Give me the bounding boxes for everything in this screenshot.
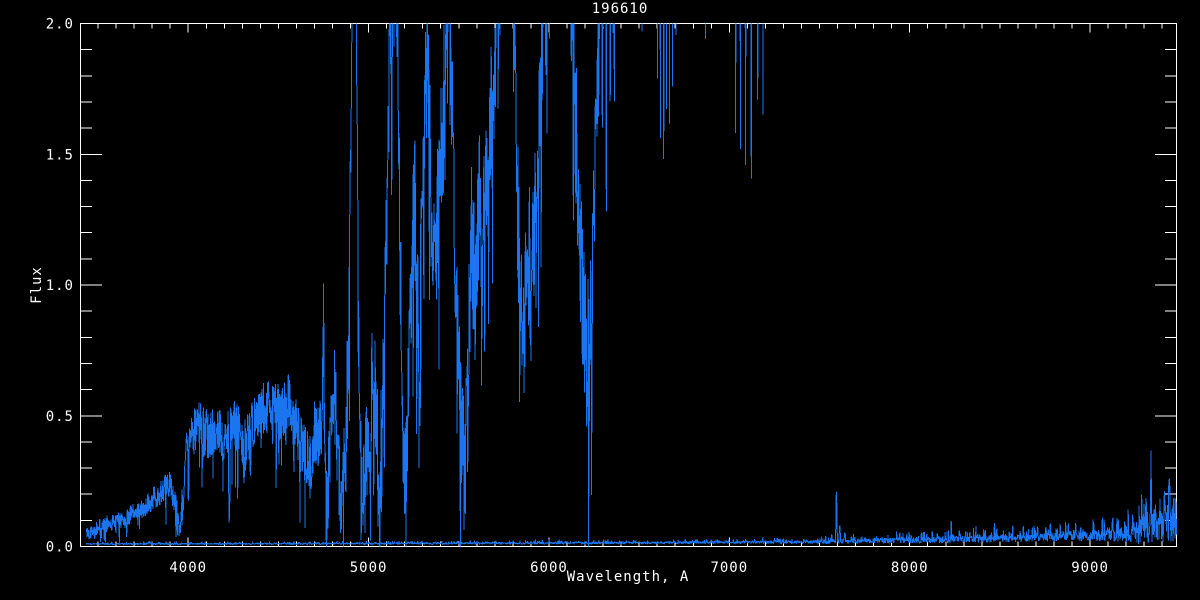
y-tick-label: 1.0 — [46, 278, 74, 294]
spectrum-plot: 4000 5000 6000 7000 8000 9000 0.0 0.5 1.0 1.5 2.0 — [0, 0, 1200, 600]
plot-title: 196610 — [592, 1, 649, 17]
x-tick-label: 8000 — [891, 560, 929, 576]
y-tick-label: 2.0 — [46, 17, 74, 33]
y-tick-label: 0.5 — [46, 409, 74, 425]
spectrum-line — [86, 0, 1177, 568]
x-tick-label: 6000 — [530, 560, 568, 576]
screenshot-root: { "chart_data": { "type": "line", "title… — [0, 0, 1200, 600]
y-tick-label: 0.0 — [46, 540, 74, 556]
y-tick-label: 1.5 — [46, 147, 74, 163]
spectrum-data-layer — [86, 0, 1177, 568]
x-axis-label: Wavelength, A — [567, 569, 690, 585]
x-tick-label: 4000 — [169, 560, 207, 576]
x-tick-label: 5000 — [350, 560, 388, 576]
spectrum-figure: 4000500060007000800090000.00.51.01.52.0 … — [0, 0, 1200, 600]
y-axis-label: Flux — [29, 266, 45, 304]
x-tick-label: 7000 — [710, 560, 748, 576]
x-tick-label: 9000 — [1071, 560, 1109, 576]
